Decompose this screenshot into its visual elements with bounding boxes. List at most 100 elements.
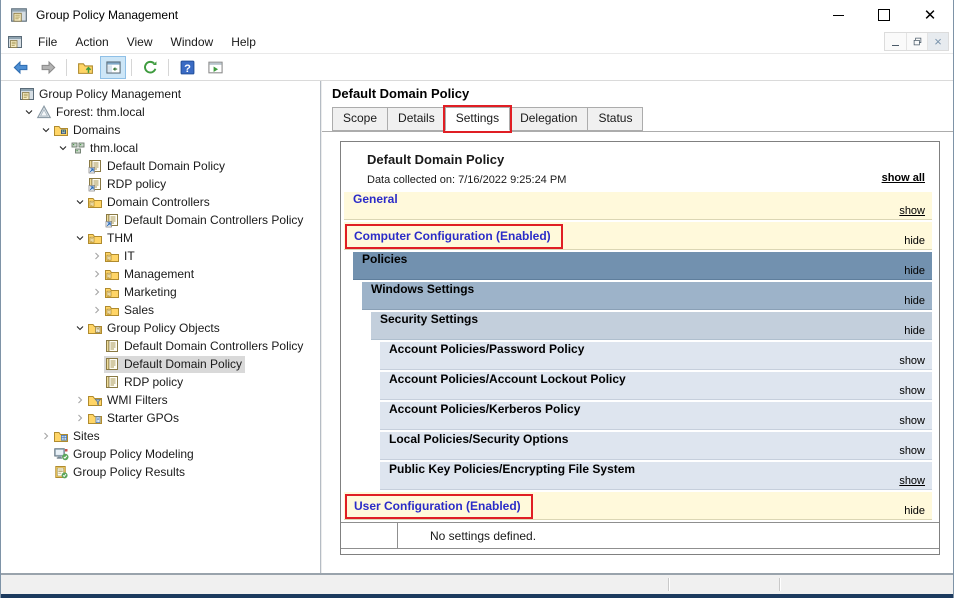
- results-pane: Default Domain Policy Scope Details Settin…: [321, 81, 953, 573]
- tree-item-label: Default Domain Policy: [124, 357, 243, 371]
- chevron-right-icon[interactable]: [73, 411, 87, 425]
- settings-tab-page: Default Domain Policy Data collected on:…: [322, 131, 953, 573]
- show-link[interactable]: show: [899, 205, 925, 217]
- tab-status[interactable]: Status: [587, 107, 644, 131]
- back-button[interactable]: [7, 56, 33, 79]
- tree-item-rdp-policy[interactable]: RDP policy: [1, 175, 320, 193]
- report-header: Default Domain Policy Data collected on:…: [341, 142, 939, 192]
- show-link[interactable]: show: [899, 385, 925, 397]
- tree-item-label: Group Policy Management: [39, 87, 182, 101]
- section-windows-settings: Windows Settings hide: [362, 282, 932, 310]
- close-button-icon[interactable]: [907, 0, 953, 30]
- maximize-button-icon[interactable]: [861, 0, 907, 30]
- menu-view[interactable]: View: [118, 31, 162, 53]
- menu-window[interactable]: Window: [162, 31, 223, 53]
- tree-item-domain-controllers[interactable]: Domain Controllers: [1, 193, 320, 211]
- tab-scope[interactable]: Scope: [332, 107, 389, 131]
- tree-item-content: Group Policy Objects: [87, 320, 223, 337]
- hide-link[interactable]: hide: [904, 325, 925, 337]
- tree-item-it[interactable]: IT: [1, 247, 320, 265]
- tree-item-sites[interactable]: Sites: [1, 427, 320, 445]
- tree-item-label: Default Domain Controllers Policy: [124, 339, 304, 353]
- show-link[interactable]: show: [899, 475, 925, 487]
- tree-item-group-policy-modeling[interactable]: Group Policy Modeling: [1, 445, 320, 463]
- chevron-right-icon[interactable]: [90, 249, 104, 263]
- hide-link[interactable]: hide: [904, 295, 925, 307]
- section-account-policies-account-lockout-policy: Account Policies/Account Lockout Policy s…: [380, 372, 932, 400]
- mdi-restore-icon[interactable]: [906, 33, 927, 50]
- tree-item-thm[interactable]: THM: [1, 229, 320, 247]
- tree-item-rdp-policy[interactable]: RDP policy: [1, 373, 320, 391]
- tree-item-content: Management: [104, 266, 197, 283]
- hide-link[interactable]: hide: [904, 235, 925, 247]
- chevron-down-icon[interactable]: [73, 195, 87, 209]
- console-tree-pane[interactable]: Group Policy Management Forest: thm.local…: [1, 81, 321, 573]
- tree-item-thm-local[interactable]: thm.local: [1, 139, 320, 157]
- up-one-level-button[interactable]: [72, 56, 98, 79]
- tree-item-content: Default Domain Controllers Policy: [104, 338, 306, 355]
- export-list-button[interactable]: [137, 56, 163, 79]
- chevron-right-icon[interactable]: [90, 285, 104, 299]
- chevron-down-icon[interactable]: [56, 141, 70, 155]
- help-button[interactable]: ?: [174, 56, 200, 79]
- tree-item-content: Group Policy Management: [19, 86, 184, 103]
- chevron-down-icon[interactable]: [22, 105, 36, 119]
- show-link[interactable]: show: [899, 355, 925, 367]
- chevron-down-icon[interactable]: [39, 123, 53, 137]
- tree-item-marketing[interactable]: Marketing: [1, 283, 320, 301]
- chevron-right-icon[interactable]: [39, 429, 53, 443]
- tree-item-default-domain-controllers-policy[interactable]: Default Domain Controllers Policy: [1, 211, 320, 229]
- tab-delegation[interactable]: Delegation: [509, 107, 589, 131]
- tree-item-default-domain-policy[interactable]: Default Domain Policy: [1, 355, 320, 373]
- svg-text:?: ?: [184, 62, 191, 74]
- tree-item-group-policy-objects[interactable]: Group Policy Objects: [1, 319, 320, 337]
- chevron-down-icon[interactable]: [73, 231, 87, 245]
- menu-action[interactable]: Action: [66, 31, 117, 53]
- tree-item-wmi-filters[interactable]: WMI Filters: [1, 391, 320, 409]
- show-link[interactable]: show: [899, 415, 925, 427]
- chevron-right-icon[interactable]: [73, 393, 87, 407]
- show-link[interactable]: show: [899, 445, 925, 457]
- minimize-button-icon[interactable]: [815, 0, 861, 30]
- tree-item-group-policy-results[interactable]: Group Policy Results: [1, 463, 320, 481]
- tree-item-label: Default Domain Controllers Policy: [124, 213, 304, 227]
- forward-button[interactable]: [35, 56, 61, 79]
- menu-file[interactable]: File: [29, 31, 66, 53]
- tree-item-content: IT: [104, 248, 138, 265]
- chevron-right-icon[interactable]: [90, 303, 104, 317]
- hide-link[interactable]: hide: [904, 505, 925, 517]
- report-sections: General show Computer Configuration (Enabl…: [341, 192, 939, 520]
- section-general: General show: [344, 192, 932, 220]
- sites-folder-icon: [53, 428, 69, 444]
- tree-item-group-policy-management[interactable]: Group Policy Management: [1, 85, 320, 103]
- tree-item-label: RDP policy: [107, 177, 167, 191]
- console-tree-toggle-button[interactable]: [100, 55, 126, 79]
- tree-item-sales[interactable]: Sales: [1, 301, 320, 319]
- new-window-button[interactable]: [202, 56, 228, 79]
- section-title-red-boxed: User Configuration (Enabled): [345, 494, 533, 519]
- tree-item-default-domain-policy[interactable]: Default Domain Policy: [1, 157, 320, 175]
- mdi-close-icon[interactable]: [927, 33, 948, 50]
- chevron-down-icon[interactable]: [73, 321, 87, 335]
- window-title: Group Policy Management: [36, 8, 179, 22]
- tree-item-default-domain-controllers-policy[interactable]: Default Domain Controllers Policy: [1, 337, 320, 355]
- show-all-link[interactable]: show all: [882, 172, 925, 184]
- tree-item-management[interactable]: Management: [1, 265, 320, 283]
- tab-details[interactable]: Details: [387, 107, 446, 131]
- section-title: Security Settings: [380, 312, 479, 326]
- tab-settings[interactable]: Settings: [442, 105, 513, 133]
- mdi-minimize-icon[interactable]: [885, 33, 906, 50]
- report-title: Default Domain Policy: [367, 152, 505, 167]
- menu-help[interactable]: Help: [222, 31, 265, 53]
- tree-item-starter-gpos[interactable]: Starter GPOs: [1, 409, 320, 427]
- tree-item-content: Starter GPOs: [87, 410, 182, 427]
- tree-item-forest-thm-local[interactable]: Forest: thm.local: [1, 103, 320, 121]
- chevron-right-icon[interactable]: [90, 267, 104, 281]
- gpo-link-icon: [104, 212, 120, 228]
- ou-folder-icon: [104, 248, 120, 264]
- hide-link[interactable]: hide: [904, 265, 925, 277]
- tree-item-domains[interactable]: Domains: [1, 121, 320, 139]
- tree-item-label: Management: [124, 267, 195, 281]
